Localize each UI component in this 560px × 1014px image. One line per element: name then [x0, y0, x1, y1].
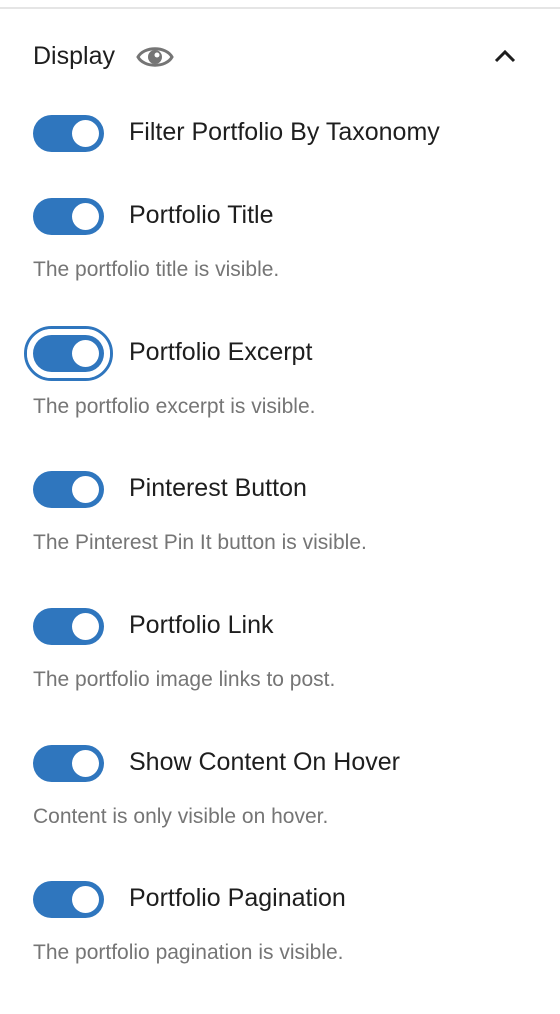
- chevron-up-icon[interactable]: [490, 42, 520, 72]
- option-label[interactable]: Pinterest Button: [129, 474, 307, 503]
- option-label[interactable]: Show Content On Hover: [129, 748, 400, 777]
- option-label[interactable]: Portfolio Pagination: [129, 884, 346, 913]
- toggle-knob: [72, 613, 99, 640]
- toggle-switch[interactable]: [33, 471, 104, 508]
- toggle-knob: [72, 203, 99, 230]
- eye-icon: [136, 47, 174, 67]
- toggle-knob: [72, 886, 99, 913]
- toggle-knob: [72, 120, 99, 147]
- option-help-text: The Pinterest Pin It button is visible.: [33, 531, 367, 554]
- option-label[interactable]: Portfolio Link: [129, 611, 274, 640]
- option-help-text: Content is only visible on hover.: [33, 805, 329, 828]
- toggle-switch[interactable]: [33, 745, 104, 782]
- option-help-text: The portfolio excerpt is visible.: [33, 395, 316, 418]
- toggle-knob: [72, 340, 99, 367]
- option-help-text: The portfolio pagination is visible.: [33, 941, 344, 964]
- toggle-switch[interactable]: [33, 608, 104, 645]
- toggle-knob: [72, 476, 99, 503]
- option-help-text: The portfolio title is visible.: [33, 258, 280, 281]
- panel-title: Display: [33, 42, 115, 70]
- option-label[interactable]: Filter Portfolio By Taxonomy: [129, 118, 440, 147]
- panel-divider: [0, 7, 560, 9]
- toggle-knob: [72, 750, 99, 777]
- option-label[interactable]: Portfolio Title: [129, 201, 274, 230]
- option-help-text: The portfolio image links to post.: [33, 668, 336, 691]
- toggle-switch[interactable]: [33, 881, 104, 918]
- toggle-switch[interactable]: [24, 326, 113, 381]
- option-label[interactable]: Portfolio Excerpt: [129, 338, 312, 367]
- display-panel-toggle[interactable]: Display: [0, 30, 560, 86]
- toggle-switch[interactable]: [33, 198, 104, 235]
- toggle-switch[interactable]: [33, 115, 104, 152]
